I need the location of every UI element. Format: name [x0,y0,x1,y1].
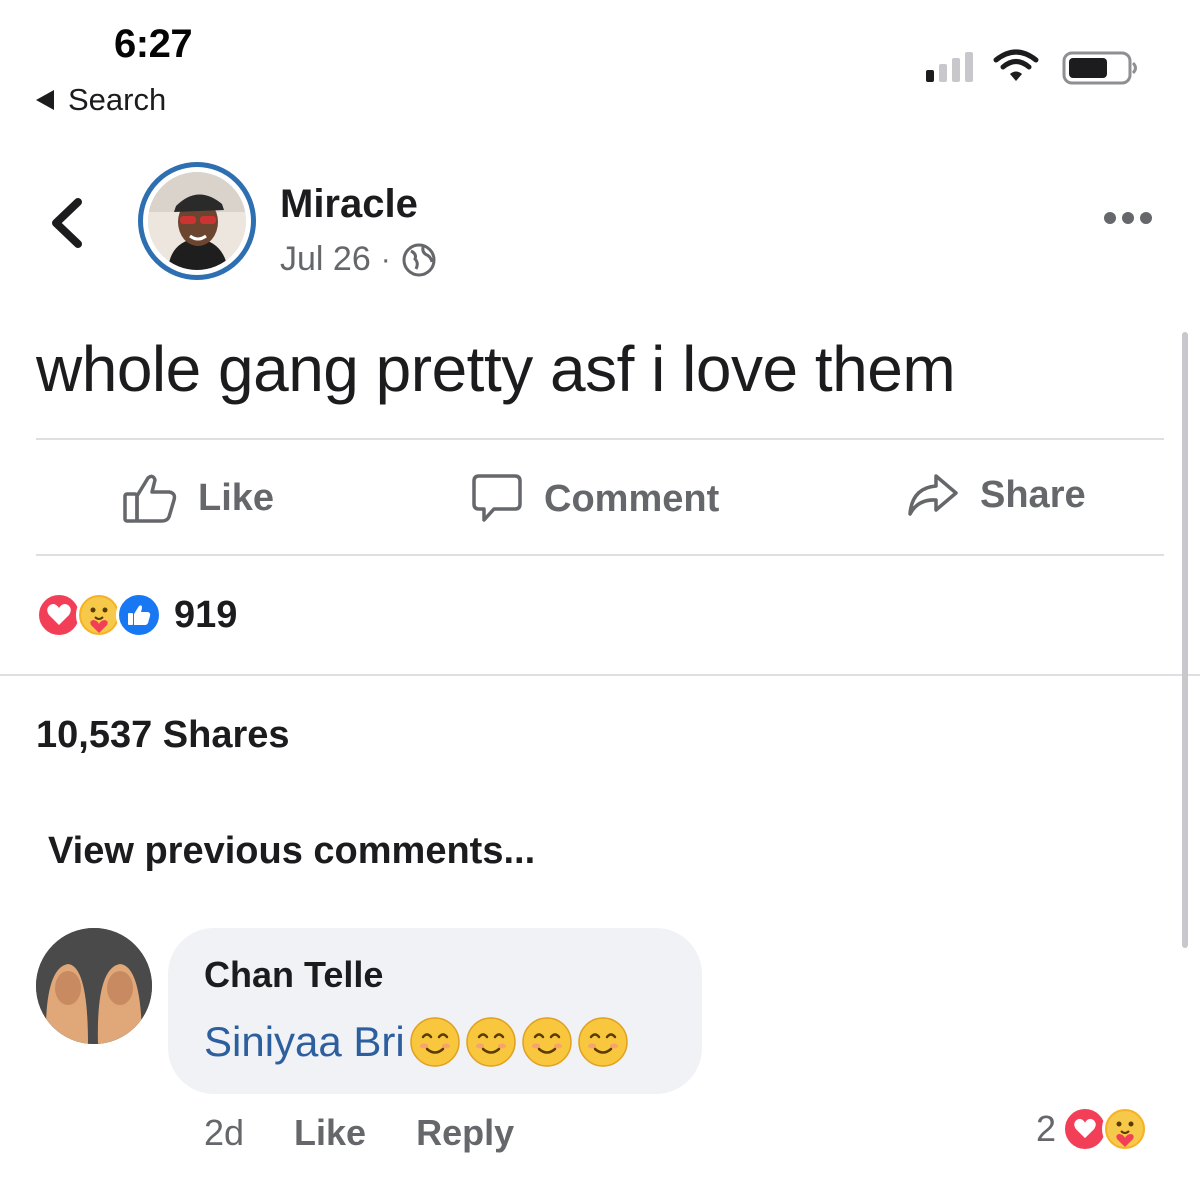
divider [0,674,1200,676]
globe-icon [402,243,436,276]
divider [36,554,1164,556]
back-triangle-icon [36,90,54,110]
comment-actions: 2d Like Reply [204,1112,514,1154]
scrollbar[interactable] [1182,332,1188,948]
back-chevron-icon[interactable] [46,196,86,250]
author-avatar[interactable] [138,162,256,280]
comment-reply-button[interactable]: Reply [416,1112,514,1154]
post-author-name[interactable]: Miracle [280,182,418,227]
comment-button[interactable]: Comment [470,472,719,526]
shares-count[interactable]: 10,537 Shares [36,714,290,757]
cellular-signal-icon [926,50,973,82]
avatar-photo-icon [148,172,246,270]
care-reaction-icon [1102,1106,1149,1152]
comment-time[interactable]: 2d [204,1112,244,1154]
comment-reaction-count: 2 [1036,1108,1057,1149]
smiling-face-icon [466,1017,516,1067]
comment-bubble-icon [472,474,522,522]
comment-emojis [405,1016,629,1068]
comment-label: Comment [544,477,720,520]
comment-author[interactable]: Chan Telle [204,954,383,996]
share-button[interactable]: Share [906,472,1086,518]
divider [36,438,1164,440]
share-arrow-icon [908,474,958,516]
thumbs-up-icon [123,474,177,523]
battery-icon [1062,51,1137,85]
share-label: Share [980,473,1086,516]
smiling-face-icon [410,1017,460,1067]
smiling-face-icon [522,1017,572,1067]
like-reaction-icon [116,592,162,638]
meta-separator: · [380,242,391,276]
post-date[interactable]: Jul 26 [280,240,371,279]
commenter-avatar[interactable] [36,928,152,1044]
commenter-photo-icon [36,928,152,1044]
post-text: whole gang pretty asf i love them [36,333,956,405]
back-search-label: Search [68,82,167,117]
post-meta: Jul 26 · [280,240,437,279]
comment-like-button[interactable]: Like [294,1112,366,1154]
comment-mention[interactable]: Siniyaa Bri [204,1018,405,1066]
status-time: 6:27 [114,22,193,66]
more-options-icon[interactable] [1104,212,1152,224]
reaction-count: 919 [174,593,238,636]
comment-bubble[interactable] [168,928,702,1094]
like-label: Like [198,476,275,519]
reaction-summary[interactable]: 919 [36,592,237,638]
comment-reactions[interactable]: 2 [1036,1106,1149,1152]
back-to-search-button[interactable]: Search [36,82,166,118]
smiling-face-icon [578,1017,628,1067]
like-button[interactable]: Like [122,472,274,524]
wifi-icon [993,49,1039,81]
comment-text: Siniyaa Bri [204,1016,629,1068]
view-previous-comments-link[interactable]: View previous comments... [48,830,535,873]
